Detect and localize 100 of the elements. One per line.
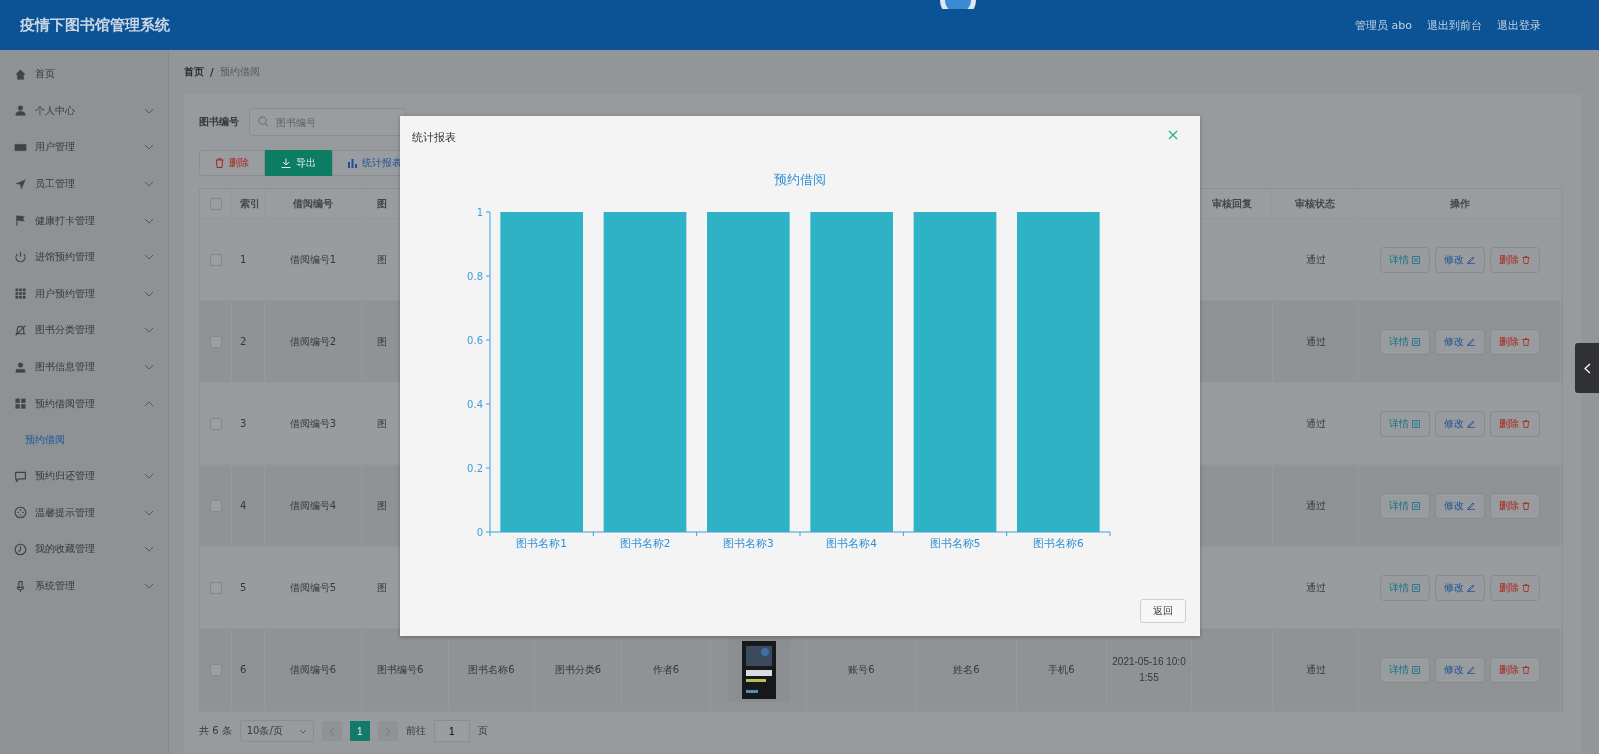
microphone-icon bbox=[14, 579, 27, 593]
menu-item[interactable]: 进馆预约管理 bbox=[0, 238, 168, 276]
axis-tick-label: 0.6 bbox=[467, 335, 483, 346]
row-action-button[interactable]: 修改 bbox=[1434, 492, 1485, 519]
trash-icon bbox=[1522, 255, 1530, 264]
row-action-button[interactable]: 修改 bbox=[1434, 574, 1485, 601]
table-cell: 5 bbox=[232, 547, 265, 628]
menu-item[interactable]: 用户管理 bbox=[0, 129, 168, 166]
chat-icon bbox=[14, 469, 27, 483]
document-icon bbox=[1412, 501, 1420, 510]
trash-icon bbox=[1522, 583, 1530, 592]
pencil-icon bbox=[1467, 665, 1475, 674]
row-action-button[interactable]: 修改 bbox=[1434, 246, 1485, 273]
bar-chart-icon bbox=[348, 158, 357, 168]
dialog-title: 统计报表 bbox=[412, 130, 456, 145]
row-action-button[interactable]: 详情 bbox=[1379, 328, 1430, 355]
column-header: 审核状态 bbox=[1272, 189, 1359, 218]
row-action-button[interactable]: 删除 bbox=[1489, 656, 1540, 683]
menu-item[interactable]: 温馨提示管理 bbox=[0, 494, 168, 532]
row-action-button[interactable]: 详情 bbox=[1379, 492, 1430, 519]
table-cell: 2 bbox=[232, 301, 265, 382]
document-icon bbox=[1412, 665, 1420, 674]
table-cell: 1 bbox=[232, 219, 265, 300]
table-cell: 借阅编号6 bbox=[265, 629, 362, 710]
next-page-button[interactable] bbox=[377, 721, 398, 741]
table-cell: 通过 bbox=[1272, 465, 1359, 546]
side-drawer-toggle[interactable] bbox=[1575, 343, 1599, 393]
back-button[interactable]: 返回 bbox=[1140, 599, 1186, 623]
row-action-button[interactable]: 详情 bbox=[1379, 410, 1430, 437]
page-input[interactable]: 1 bbox=[433, 720, 470, 742]
menu-item[interactable]: 预约归还管理 bbox=[0, 457, 168, 495]
header-link[interactable]: 退出到前台 bbox=[1427, 17, 1482, 33]
previous-page-button[interactable] bbox=[321, 721, 342, 741]
pencil-icon bbox=[1467, 501, 1475, 510]
menu-item[interactable]: 预约借阅管理 bbox=[0, 385, 168, 422]
header-link[interactable]: 退出登录 bbox=[1497, 17, 1541, 33]
axis-category-label: 图书名称6 bbox=[1033, 537, 1084, 549]
column-header: 操作 bbox=[1359, 189, 1561, 218]
row-action-button[interactable]: 修改 bbox=[1434, 410, 1485, 437]
menu-item[interactable]: 员工管理 bbox=[0, 165, 168, 203]
table-cell: 通过 bbox=[1272, 629, 1359, 710]
axis-category-label: 图书名称5 bbox=[929, 537, 981, 549]
page-button[interactable]: 1 bbox=[349, 721, 370, 741]
compass-icon bbox=[14, 506, 27, 520]
column-header: 借阅编号 bbox=[265, 189, 362, 218]
total-count: 共 6 条 bbox=[199, 724, 232, 738]
breadcrumb-link[interactable]: 首页 bbox=[184, 65, 204, 79]
row-action-button[interactable]: 删除 bbox=[1489, 246, 1540, 273]
row-action-button[interactable]: 删除 bbox=[1489, 574, 1540, 601]
menu-item[interactable]: 图书分类管理 bbox=[0, 312, 168, 349]
page-size-select[interactable]: 10条/页 bbox=[239, 720, 314, 742]
pencil-icon bbox=[1467, 337, 1475, 346]
table-cell: 3 bbox=[232, 383, 265, 464]
menu-item[interactable]: 图书信息管理 bbox=[0, 348, 168, 386]
row-checkbox[interactable] bbox=[209, 417, 222, 430]
row-action-button[interactable]: 删除 bbox=[1489, 410, 1540, 437]
menu-item[interactable]: 个人中心 bbox=[0, 92, 168, 130]
select-all-checkbox[interactable] bbox=[209, 197, 222, 210]
grid-icon bbox=[14, 397, 27, 411]
row-action-button[interactable]: 删除 bbox=[1489, 328, 1540, 355]
menu-item[interactable]: 系统管理 bbox=[0, 567, 168, 605]
menu-item[interactable]: 我的收藏管理 bbox=[0, 531, 168, 568]
row-action-button[interactable]: 修改 bbox=[1434, 656, 1485, 683]
row-action-button[interactable]: 详情 bbox=[1379, 246, 1430, 273]
row-checkbox[interactable] bbox=[209, 253, 222, 266]
row-action-button[interactable]: 修改 bbox=[1434, 328, 1485, 355]
close-icon[interactable] bbox=[1168, 130, 1178, 140]
pencil-icon bbox=[1467, 583, 1475, 592]
home-icon bbox=[14, 67, 27, 81]
axis-tick-label: 0 bbox=[476, 527, 483, 538]
row-action-button[interactable]: 详情 bbox=[1379, 574, 1430, 601]
row-checkbox[interactable] bbox=[209, 335, 222, 348]
pencil-icon bbox=[1467, 419, 1475, 428]
flag-icon bbox=[14, 214, 27, 228]
table-cell: 借阅编号4 bbox=[265, 465, 362, 546]
download-icon bbox=[281, 158, 291, 168]
table-cell: 6 bbox=[232, 629, 265, 710]
axis-tick-label: 0.2 bbox=[467, 463, 483, 474]
row-checkbox[interactable] bbox=[209, 663, 222, 676]
row-action-button[interactable]: 详情 bbox=[1379, 656, 1430, 683]
logo-icon bbox=[938, 0, 978, 9]
row-action-button[interactable]: 删除 bbox=[1489, 492, 1540, 519]
user-icon bbox=[14, 104, 27, 118]
row-checkbox[interactable] bbox=[209, 581, 222, 594]
action-button[interactable]: 导出 bbox=[265, 150, 332, 176]
menu-item[interactable]: 用户预约管理 bbox=[0, 275, 168, 313]
power-icon bbox=[14, 250, 27, 264]
column-header: 索引 bbox=[232, 189, 265, 218]
menu-item[interactable]: 首页 bbox=[0, 56, 168, 93]
trash-icon bbox=[1522, 337, 1530, 346]
table-cell: 借阅编号2 bbox=[265, 301, 362, 382]
action-button[interactable]: 删除 bbox=[199, 150, 265, 176]
submenu-item[interactable]: 预约借阅 bbox=[0, 421, 168, 458]
document-icon bbox=[1412, 419, 1420, 428]
search-icon bbox=[258, 116, 269, 127]
filter-label: 图书编号 bbox=[199, 115, 239, 129]
menu-item[interactable]: 健康打卡管理 bbox=[0, 202, 168, 239]
axis-category-label: 图书名称4 bbox=[826, 537, 877, 549]
table-cell: 借阅编号1 bbox=[265, 219, 362, 300]
row-checkbox[interactable] bbox=[209, 499, 222, 512]
